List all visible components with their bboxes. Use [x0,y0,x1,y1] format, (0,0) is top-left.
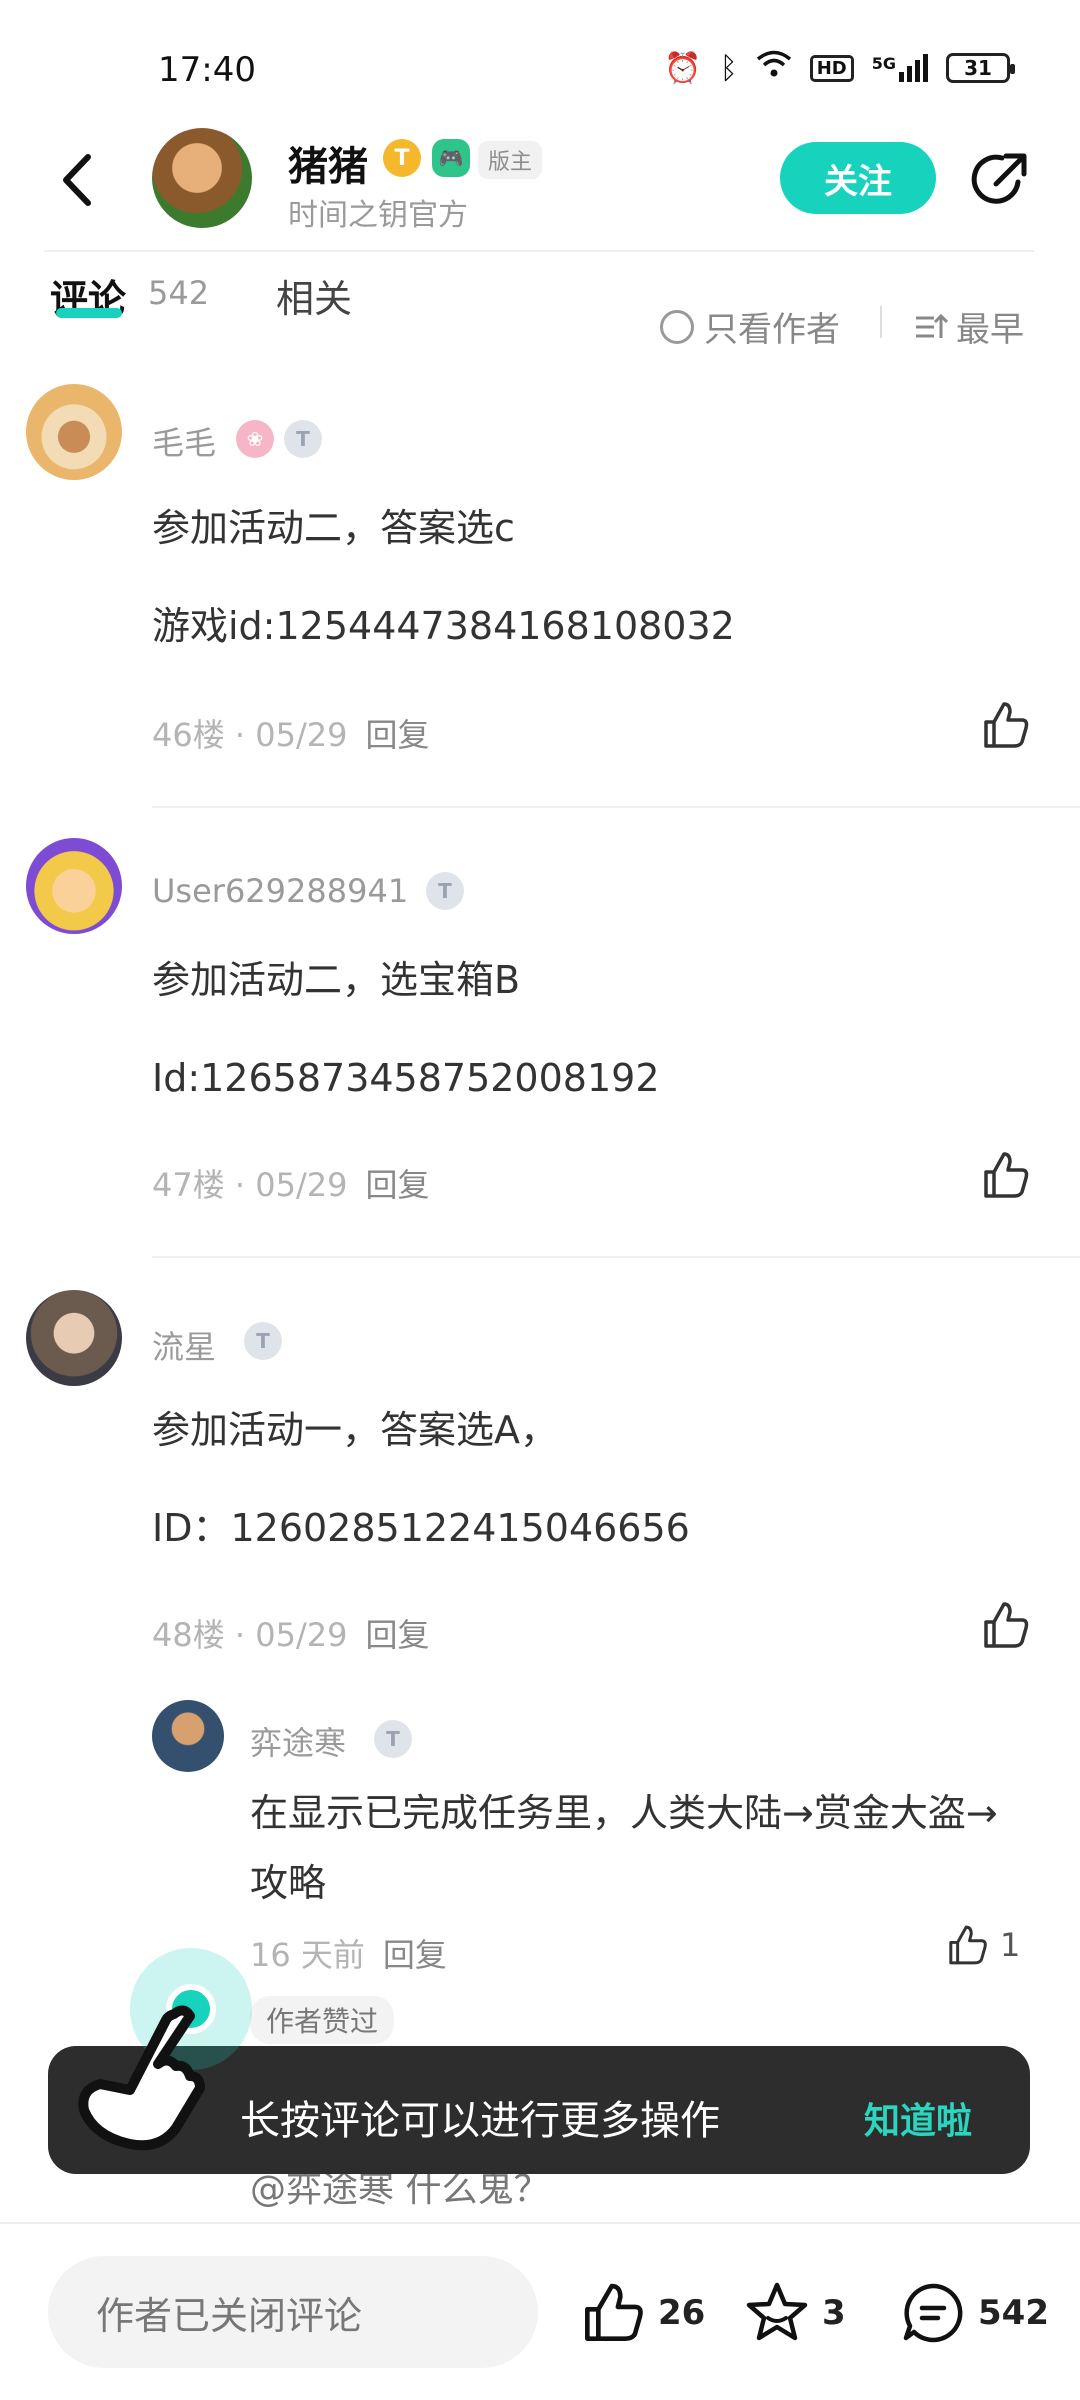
comment-text: 参加活动一，答案选A， [152,1408,558,1452]
reply-button[interactable]: 回复 [365,710,429,756]
level-badge: T [383,139,421,177]
reply-text: 在显示已完成任务里，人类大陆→赏金大盗→攻略 [250,1791,998,1905]
commenter-avatar[interactable] [26,838,122,934]
comment-bubble-icon [903,2283,963,2343]
gamepad-badge-icon: 🎮 [432,139,470,177]
hd-icon: HD [809,54,854,82]
back-arrow-icon [63,154,91,206]
tab-related[interactable]: 相关 [276,268,352,323]
level-badge: T [374,1720,412,1758]
commenter-name[interactable]: User629288941 [152,872,408,910]
reply-button[interactable]: 回复 [365,1160,429,1206]
comment-input[interactable]: 作者已关闭评论 [48,2256,538,2368]
back-button[interactable] [52,145,102,215]
author-name[interactable]: 猪猪 [288,134,368,192]
sort-label: 最早 [956,310,1024,350]
comment-meta: 48楼 · 05/29 回复 [152,1610,429,1656]
floor-date: 46楼 · 05/29 [152,716,348,754]
comment-text: 参加活动二，选宝箱B [152,958,521,1002]
comment-divider [152,1256,1080,1258]
author-subtitle: 时间之钥官方 [288,198,468,233]
floor-date: 48楼 · 05/29 [152,1616,348,1654]
like-icon[interactable] [978,1148,1032,1202]
level-badge: T [244,1322,282,1360]
wifi-icon [756,50,792,86]
author-liked-badge: 作者赞过 [250,1996,395,2044]
like-icon[interactable] [978,698,1032,752]
bluetooth-icon: ᛒ [719,50,738,86]
comment-text: ID：1260285122415046656 [152,1506,690,1550]
favorite-count: 3 [822,2293,846,2333]
comment-meta: 46楼 · 05/29 回复 [152,710,429,756]
comments-button[interactable]: 542 [900,2280,1049,2346]
star-icon [746,2282,808,2341]
reply-button[interactable]: 回复 [365,1610,429,1656]
level-badge: T [284,420,322,458]
like-icon [585,2283,643,2341]
reply-time: 16 天前 [250,1936,365,1974]
moderator-badge: 版主 [478,141,543,179]
like-post-button[interactable]: 26 [580,2280,705,2346]
header-divider [44,250,1034,252]
floor-date: 47楼 · 05/29 [152,1166,348,1204]
status-icons: ⏰ ᛒ HD 5G 31 [664,50,1015,86]
tab-active-indicator [56,308,122,318]
sort-icon [916,313,948,338]
reply-author-name[interactable]: 弈途寒 [250,1718,346,1764]
commenter-avatar[interactable] [26,1290,122,1386]
filter-divider [880,306,882,338]
comment-text: Id:1265873458752008192 [152,1056,660,1100]
level-badge: T [426,872,464,910]
comment-divider [152,806,1080,808]
toast-message: 长按评论可以进行更多操作 [240,2098,720,2144]
comment-count: 542 [978,2293,1049,2333]
author-avatar[interactable] [152,128,252,228]
sort-button[interactable]: 最早 [914,302,1024,351]
share-icon [971,153,1027,204]
radio-icon [660,309,694,344]
hand-pointer-icon [78,2005,205,2151]
status-time: 17:40 [158,50,256,90]
commenter-name[interactable]: 流星 [152,1322,216,1368]
comment-text: 游戏id:1254447384168108032 [152,604,735,648]
commenter-avatar[interactable] [26,384,122,480]
only-author-label: 只看作者 [704,310,840,350]
reply-like-count: 1 [1000,1926,1021,1964]
like-icon[interactable] [978,1598,1032,1652]
battery-icon: 31 [946,53,1015,83]
reply-meta: 16 天前 回复 [250,1930,447,1976]
bottom-divider [0,2222,1080,2224]
favorite-button[interactable]: 3 [744,2280,846,2346]
signal-icon: 5G [872,54,928,82]
comment-text: 参加活动二，答案选c [152,506,515,550]
only-author-toggle[interactable]: 只看作者 [660,302,840,351]
reply-like-button[interactable]: 1 [944,1922,1020,1968]
comment-meta: 47楼 · 05/29 回复 [152,1160,429,1206]
commenter-name[interactable]: 毛毛 [152,418,216,464]
reply-avatar[interactable] [152,1700,224,1772]
comments-count: 542 [148,274,210,312]
like-icon [949,1925,987,1965]
share-button[interactable] [968,148,1032,212]
like-count: 26 [658,2293,706,2333]
follow-button[interactable]: 关注 [780,142,936,214]
flower-badge-icon: ❀ [236,420,274,458]
reply-button[interactable]: 回复 [383,1930,447,1976]
toast-dismiss-button[interactable]: 知道啦 [864,2092,972,2144]
alarm-icon: ⏰ [664,50,702,86]
